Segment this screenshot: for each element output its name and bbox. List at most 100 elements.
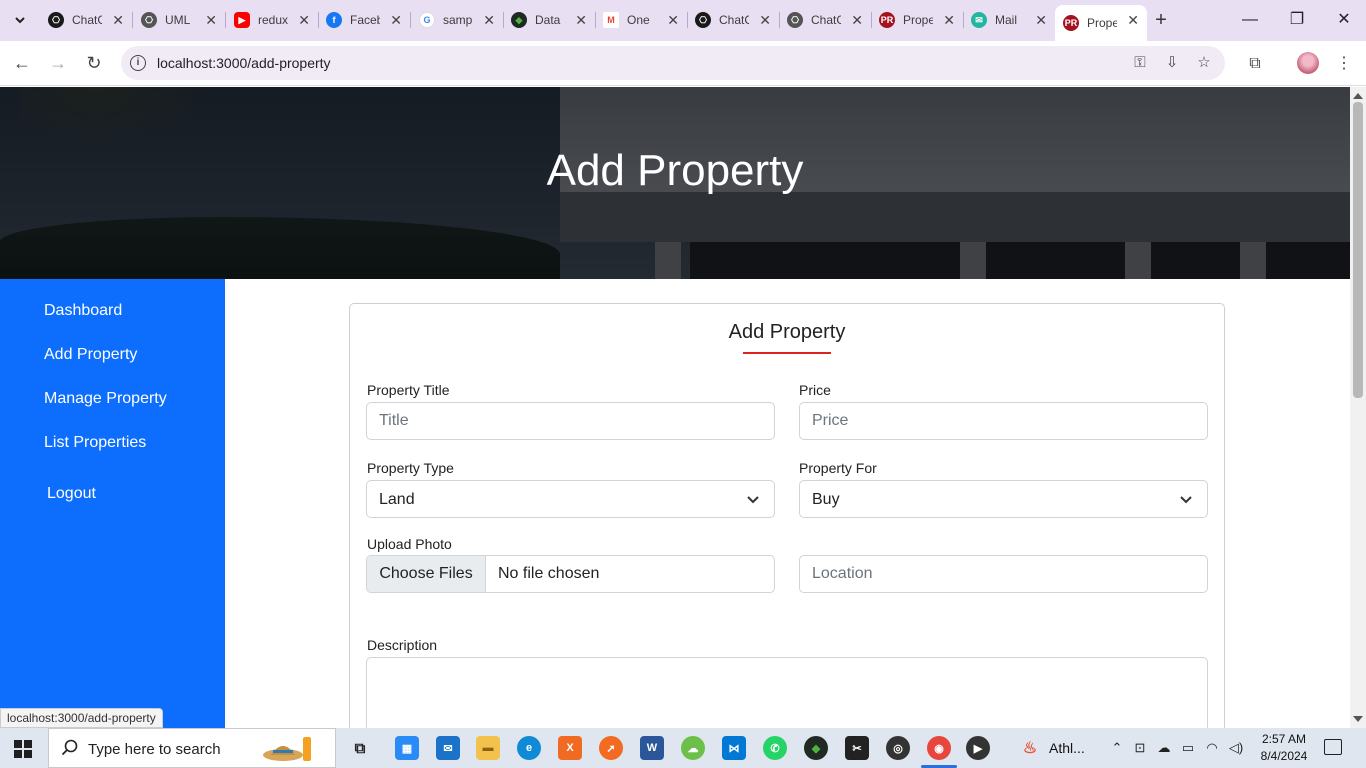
close-icon[interactable]: ✕ [759, 12, 771, 28]
wifi-icon[interactable]: ◠ [1203, 739, 1221, 757]
close-icon[interactable]: ✕ [298, 12, 310, 28]
google-icon: G [419, 12, 435, 28]
system-clock[interactable]: 2:57 AM 8/4/2024 [1254, 731, 1314, 765]
sidebar-item-manage-property[interactable]: Manage Property [44, 390, 167, 408]
chrome-icon[interactable]: ◉ [921, 736, 957, 768]
description-textarea[interactable] [366, 657, 1208, 728]
link-status-url: localhost:3000/add-property [0, 708, 163, 728]
youtube-icon: ▶ [234, 12, 250, 28]
windows-taskbar: Type here to search ⧉ ▦ ✉ ▬ e X ➚ W ☁ ⋈ … [0, 728, 1366, 768]
edge-browser-icon[interactable]: e [517, 736, 541, 760]
browser-tab[interactable]: fFacebook✕ [318, 5, 411, 35]
page-scrollbar[interactable] [1350, 87, 1366, 728]
close-icon[interactable]: ✕ [943, 12, 955, 28]
site-info-icon[interactable]: i [130, 55, 146, 71]
menu-kebab-icon[interactable]: ⋮ [1333, 54, 1355, 74]
browser-tab[interactable]: Gsample✕ [411, 5, 504, 35]
taskbar-search-box[interactable]: Type here to search [48, 728, 336, 768]
browser-tab[interactable]: ⎔ChatGPT✕ [40, 5, 133, 35]
vscode-icon[interactable]: ⋈ [722, 736, 746, 760]
close-icon[interactable]: ✕ [1035, 12, 1047, 28]
profile-avatar[interactable] [1297, 52, 1319, 74]
close-icon[interactable]: ✕ [667, 12, 679, 28]
add-property-form: Add Property Property Title Price Proper… [349, 303, 1225, 728]
browser-tab[interactable]: ⎔ChatGPT✕ [687, 5, 780, 35]
postman-icon[interactable]: ➚ [599, 736, 623, 760]
sidebar-item-dashboard[interactable]: Dashboard [44, 302, 122, 320]
capcut-icon[interactable]: ✂ [845, 736, 869, 760]
browser-tab[interactable]: PRProperty✕ [871, 5, 964, 35]
task-view-icon[interactable]: ⧉ [348, 736, 372, 760]
sidebar-item-list-properties[interactable]: List Properties [44, 434, 146, 452]
price-input[interactable] [799, 402, 1208, 440]
close-icon[interactable]: ✕ [1127, 12, 1139, 28]
forward-button[interactable]: → [45, 51, 71, 75]
browser-tab-strip: ⎔ChatGPT✕ ⎔UML✕ ▶redux✕ fFacebook✕ Gsamp… [0, 0, 1366, 41]
close-icon[interactable]: ✕ [851, 12, 863, 28]
volume-icon[interactable]: ◁) [1227, 739, 1245, 757]
tray-chevron-up-icon[interactable]: ⌃ [1108, 739, 1126, 757]
extensions-icon[interactable]: ⧉ [1244, 54, 1266, 74]
browser-tab[interactable]: M One ✕ [595, 5, 688, 35]
meet-now-icon[interactable]: ⊡ [1131, 739, 1149, 757]
scroll-up-arrow[interactable] [1353, 93, 1363, 99]
notification-center-icon[interactable] [1324, 739, 1342, 755]
property-title-input[interactable] [366, 402, 775, 440]
mongodb-compass-icon[interactable]: ◆ [804, 736, 828, 760]
chevron-down-icon [15, 17, 25, 24]
browser-tab[interactable]: ◆ Data ✕ [503, 5, 596, 35]
close-icon[interactable]: ✕ [575, 12, 587, 28]
file-explorer-icon[interactable]: ▬ [476, 736, 500, 760]
new-tab-button[interactable]: + [1150, 9, 1172, 31]
facebook-icon: f [326, 12, 342, 28]
cloud-app-icon[interactable]: ☁ [681, 736, 705, 760]
location-input[interactable] [799, 555, 1208, 593]
browser-tab[interactable]: ⎔ UML ✕ [133, 5, 226, 35]
scrollbar-thumb[interactable] [1353, 102, 1363, 398]
install-app-icon[interactable]: ⇩ [1161, 54, 1183, 72]
close-icon[interactable]: ✕ [483, 12, 495, 28]
weather-flame-icon[interactable]: ♨ [1018, 736, 1042, 760]
address-bar[interactable]: i localhost:3000/add-property ⚿ ⇩ ☆ [121, 46, 1225, 80]
close-icon[interactable]: ✕ [112, 12, 124, 28]
close-window-button[interactable]: ✕ [1330, 8, 1358, 32]
windows-start-icon[interactable] [14, 740, 32, 758]
xampp-icon[interactable]: X [558, 736, 582, 760]
choose-files-button[interactable]: Choose Files [367, 556, 486, 592]
onedrive-cloud-icon[interactable]: ☁ [1155, 739, 1173, 757]
close-icon[interactable]: ✕ [390, 12, 402, 28]
scroll-down-arrow[interactable] [1353, 716, 1363, 722]
obs-icon[interactable]: ◎ [886, 736, 910, 760]
browser-tab[interactable]: ✉ Mail ✕ [963, 5, 1055, 35]
property-type-select[interactable]: Land [366, 480, 775, 518]
battery-icon[interactable]: ▭ [1179, 739, 1197, 757]
reload-button[interactable]: ↻ [81, 51, 107, 75]
microsoft-store-icon[interactable]: ▦ [395, 736, 419, 760]
back-button[interactable]: ← [9, 51, 35, 75]
browser-toolbar: ← → ↻ i localhost:3000/add-property ⚿ ⇩ … [0, 41, 1366, 86]
browser-tab[interactable]: ▶ redux ✕ [226, 5, 319, 35]
bookmark-star-icon[interactable]: ☆ [1193, 54, 1215, 72]
restore-button[interactable]: ❐ [1283, 8, 1311, 32]
hero-banner: Add Property [0, 87, 1350, 279]
upload-photo-label: Upload Photo [367, 536, 452, 552]
chevron-down-icon [1180, 496, 1192, 504]
mail-app-icon[interactable]: ✉ [436, 736, 460, 760]
browser-tab-active[interactable]: PRProperty✕ [1055, 5, 1147, 41]
weather-label[interactable]: Athl... [1049, 740, 1085, 756]
whatsapp-icon[interactable]: ✆ [763, 736, 787, 760]
word-icon[interactable]: W [640, 736, 664, 760]
minimize-button[interactable]: — [1236, 8, 1264, 32]
sidebar-item-logout[interactable]: Logout [47, 485, 96, 503]
search-icon [61, 739, 78, 756]
tab-search-button[interactable] [7, 7, 33, 33]
close-icon[interactable]: ✕ [205, 12, 217, 28]
browser-tab[interactable]: ⎔ChatGPT✕ [779, 5, 872, 35]
mongodb-icon: ◆ [511, 12, 527, 28]
media-player-icon[interactable]: ▶ [966, 736, 990, 760]
property-type-label: Property Type [367, 460, 454, 476]
property-for-select[interactable]: Buy [799, 480, 1208, 518]
password-key-icon[interactable]: ⚿ [1129, 54, 1151, 72]
sidebar-item-add-property[interactable]: Add Property [44, 346, 137, 364]
upload-photo-input[interactable]: Choose Files No file chosen [366, 555, 775, 593]
